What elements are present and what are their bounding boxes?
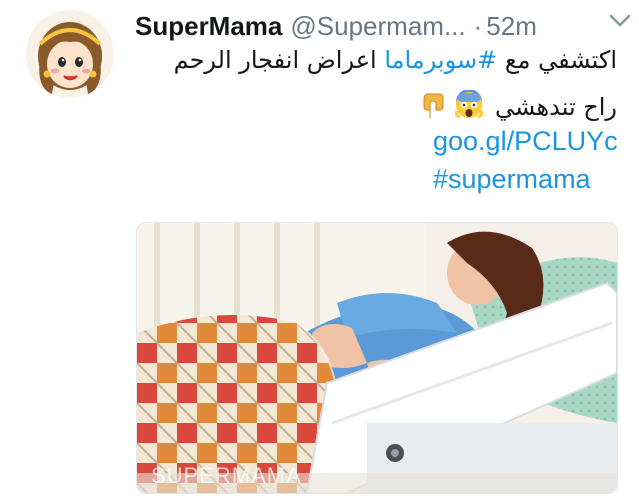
display-name[interactable]: SuperMama [135,11,282,42]
tweet[interactable]: SuperMama @Supermam... · 52m اكتشفي مع #… [0,0,639,496]
tweet-text-line-2-text: راح تندهشي [495,93,617,121]
avatar[interactable] [26,10,114,98]
tweet-text-line-1: اكتشفي مع #سوبرماما اعراض انفجار الرحم [174,46,617,74]
timestamp[interactable]: 52m [486,11,537,42]
tweet-media-image[interactable]: SUPERMAMA [136,222,618,494]
tweet-text-line-2: راح تندهشي [415,89,617,121]
hashtag-english-link[interactable]: #supermama [433,164,591,195]
pointing-down-hand-icon [418,90,448,120]
user-handle[interactable]: @Supermam... [290,11,465,42]
avatar-illustration [26,10,114,98]
chevron-down-icon[interactable] [607,10,633,32]
tweet-header: SuperMama @Supermam... · 52m [135,6,625,46]
hospital-bed-photo [137,223,617,493]
hashtag-arabic-link[interactable]: #سوبرماما [384,46,497,74]
tweet-text-prefix: اكتشفي مع [504,46,617,74]
media-watermark: SUPERMAMA [151,463,302,488]
face-screaming-in-fear-icon [454,89,484,120]
tweet-text-suffix: اعراض انفجار الرحم [173,46,377,74]
short-link[interactable]: goo.gl/PCLUYc [433,126,618,157]
separator-dot: · [473,10,483,41]
